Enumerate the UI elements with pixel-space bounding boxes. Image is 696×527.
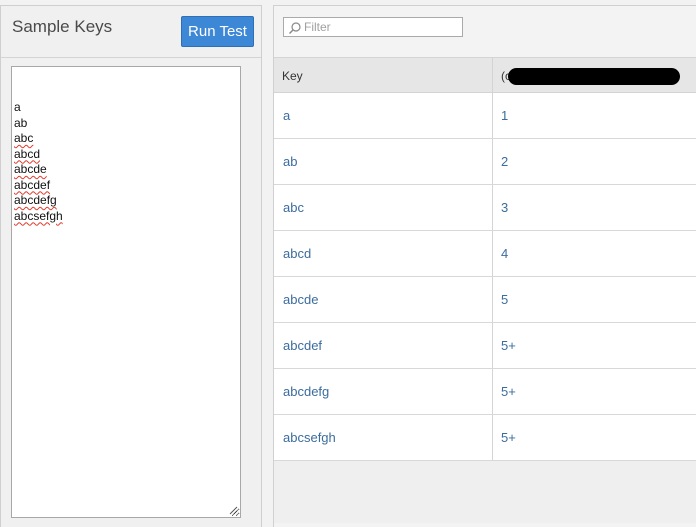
row-value-cell: 4 [501, 246, 509, 261]
results-panel: Key (c) a1ab2abc3abcd4abcde5abcdef5+abcd… [273, 5, 696, 527]
table-row[interactable]: abcdefg 5+ [274, 369, 696, 415]
row-value-cell: 5+ [501, 338, 516, 353]
sample-keys-header: Sample Keys Run Test [1, 6, 261, 58]
table-row[interactable]: ab 2 [274, 139, 696, 185]
column-divider [492, 93, 493, 138]
table-body: a 1 ab 2 abc 3 abcd 4 abcde 5 abcdef 5+ abcdefg 5+ abc… [274, 93, 696, 461]
column-header-key[interactable]: Key [282, 69, 303, 83]
table-row[interactable]: abcde 5 [274, 277, 696, 323]
row-key-cell: abcsefgh [283, 430, 336, 445]
sample-key-line: abcdefg [14, 193, 57, 207]
table-row[interactable]: abc 3 [274, 185, 696, 231]
filter-box[interactable] [283, 17, 463, 37]
row-key-cell: abc [283, 200, 304, 215]
row-value-cell: 5 [501, 292, 509, 307]
table-footer [274, 461, 696, 523]
column-divider [492, 139, 493, 184]
row-key-cell: abcdef [283, 338, 323, 353]
row-key-cell: abcde [283, 292, 319, 307]
column-divider [492, 323, 493, 368]
column-divider [492, 277, 493, 322]
table-row[interactable]: a1 [274, 93, 696, 139]
sample-key-line: abcd [14, 146, 41, 161]
filter-input[interactable] [304, 19, 459, 35]
column-divider [492, 415, 493, 460]
sample-key-line: abcsefgh [14, 208, 63, 223]
sample-keys-panel: Sample Keys Run Test a ab abc abcd abcde abcd… [0, 5, 262, 527]
row-key-cell: abcdefg [283, 384, 330, 399]
table-row[interactable]: abcdef 5+ [274, 323, 696, 369]
table-header: Key (c) [274, 57, 696, 93]
sample-keys-textarea[interactable]: a ab abc abcd abcde abcdef abcdefg abcsefgh [11, 66, 241, 518]
sample-key-line: abcdef [14, 177, 51, 192]
results-table: Key (c) a1ab2abc3abcd4abcde5abcdef5+abcd… [274, 57, 696, 523]
search-icon [289, 22, 301, 34]
table-row[interactable]: abcd 4 [274, 231, 696, 277]
row-key-cell: abcd [283, 246, 312, 261]
run-test-button[interactable]: Run Test [181, 16, 254, 47]
redaction-mark [508, 68, 680, 85]
sample-key-line: abc [14, 131, 34, 145]
column-divider [492, 369, 493, 414]
column-divider [492, 58, 493, 92]
column-divider [492, 231, 493, 276]
row-value-cell: 5+ [501, 384, 516, 399]
row-value-cell: 3 [501, 200, 509, 215]
row-key-cell: ab [283, 154, 298, 169]
table-row[interactable]: abcsefgh 5+ [274, 415, 696, 461]
row-key-cell: a [283, 108, 291, 123]
row-value-cell: 2 [501, 154, 509, 169]
row-value-cell: 1 [501, 108, 509, 123]
panel-title: Sample Keys [12, 17, 113, 36]
row-value-cell: 5+ [501, 430, 516, 445]
sample-key-line: ab [14, 115, 28, 130]
column-divider [492, 185, 493, 230]
sample-key-line: abcde [14, 162, 47, 176]
sample-key-line: a [14, 100, 21, 114]
resize-handle-icon[interactable] [229, 506, 238, 515]
